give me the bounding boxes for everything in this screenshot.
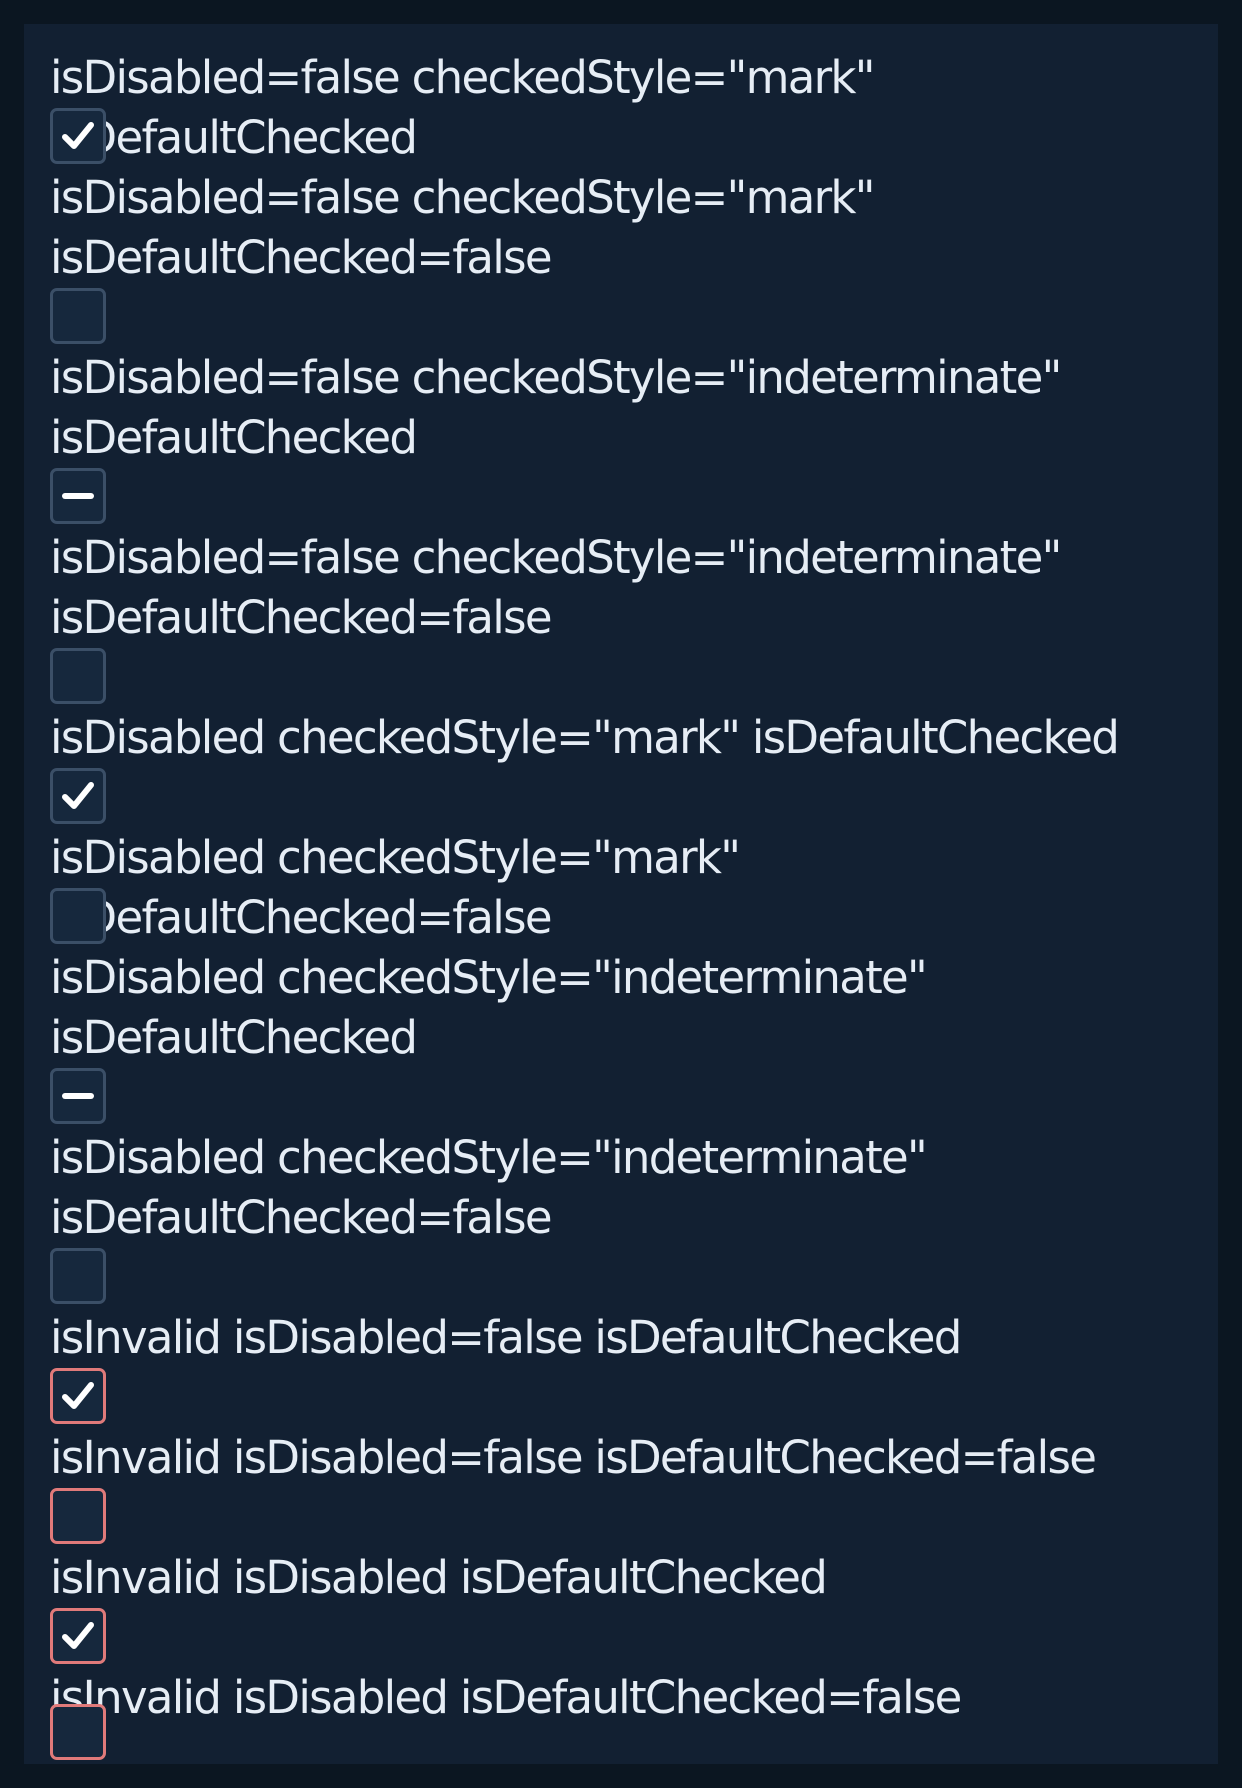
checkbox-indeterminate-checked[interactable] <box>50 468 106 524</box>
checkbox-disabled-indeterminate-checked[interactable] <box>50 1068 106 1124</box>
checkbox-label: isDisabled checkedStyle="mark" isDefault… <box>50 711 1120 764</box>
checkbox-mark-unchecked[interactable] <box>50 288 106 344</box>
checkbox-label: isInvalid isDisabled isDefaultChecked=fa… <box>50 1671 962 1724</box>
checkbox-indeterminate-unchecked[interactable] <box>50 648 106 704</box>
checkbox-disabled-mark-unchecked[interactable] <box>50 888 106 944</box>
checkbox-label: isDisabled checkedStyle="indeterminate" … <box>50 1131 928 1244</box>
checkbox-invalid-disabled-unchecked[interactable] <box>50 1704 106 1760</box>
checkbox-invalid-disabled-checked[interactable] <box>50 1608 106 1664</box>
checkbox-label: isInvalid isDisabled isDefaultChecked <box>50 1551 828 1604</box>
checkbox-label: isDisabled checkedStyle="indeterminate" … <box>50 951 928 1064</box>
checkbox-label: isDisabled=false checkedStyle="indetermi… <box>50 531 1062 644</box>
checkbox-label: isDisabled checkedStyle="mark" isDefault… <box>50 831 741 944</box>
checkbox-disabled-mark-checked[interactable] <box>50 768 106 824</box>
checkbox-label: isDisabled=false checkedStyle="indetermi… <box>50 351 1062 464</box>
checkbox-label: isInvalid isDisabled=false isDefaultChec… <box>50 1431 1097 1484</box>
check-icon <box>62 1382 94 1409</box>
checkbox-invalid-checked[interactable] <box>50 1368 106 1424</box>
minus-icon <box>62 1093 94 1099</box>
check-icon <box>62 1622 94 1649</box>
checkbox-disabled-indeterminate-unchecked[interactable] <box>50 1248 106 1304</box>
checkbox-label: isInvalid isDisabled=false isDefaultChec… <box>50 1311 962 1364</box>
checkbox-label: isDisabled=false checkedStyle="mark" isD… <box>50 51 875 164</box>
check-icon <box>62 782 94 809</box>
checkbox-demo-panel: isDisabled=false checkedStyle="mark" isD… <box>24 24 1218 1764</box>
checkbox-label: isDisabled=false checkedStyle="mark" isD… <box>50 171 875 284</box>
check-icon <box>62 122 94 149</box>
checkbox-invalid-unchecked[interactable] <box>50 1488 106 1544</box>
checkbox-mark-checked[interactable] <box>50 108 106 164</box>
minus-icon <box>62 493 94 499</box>
